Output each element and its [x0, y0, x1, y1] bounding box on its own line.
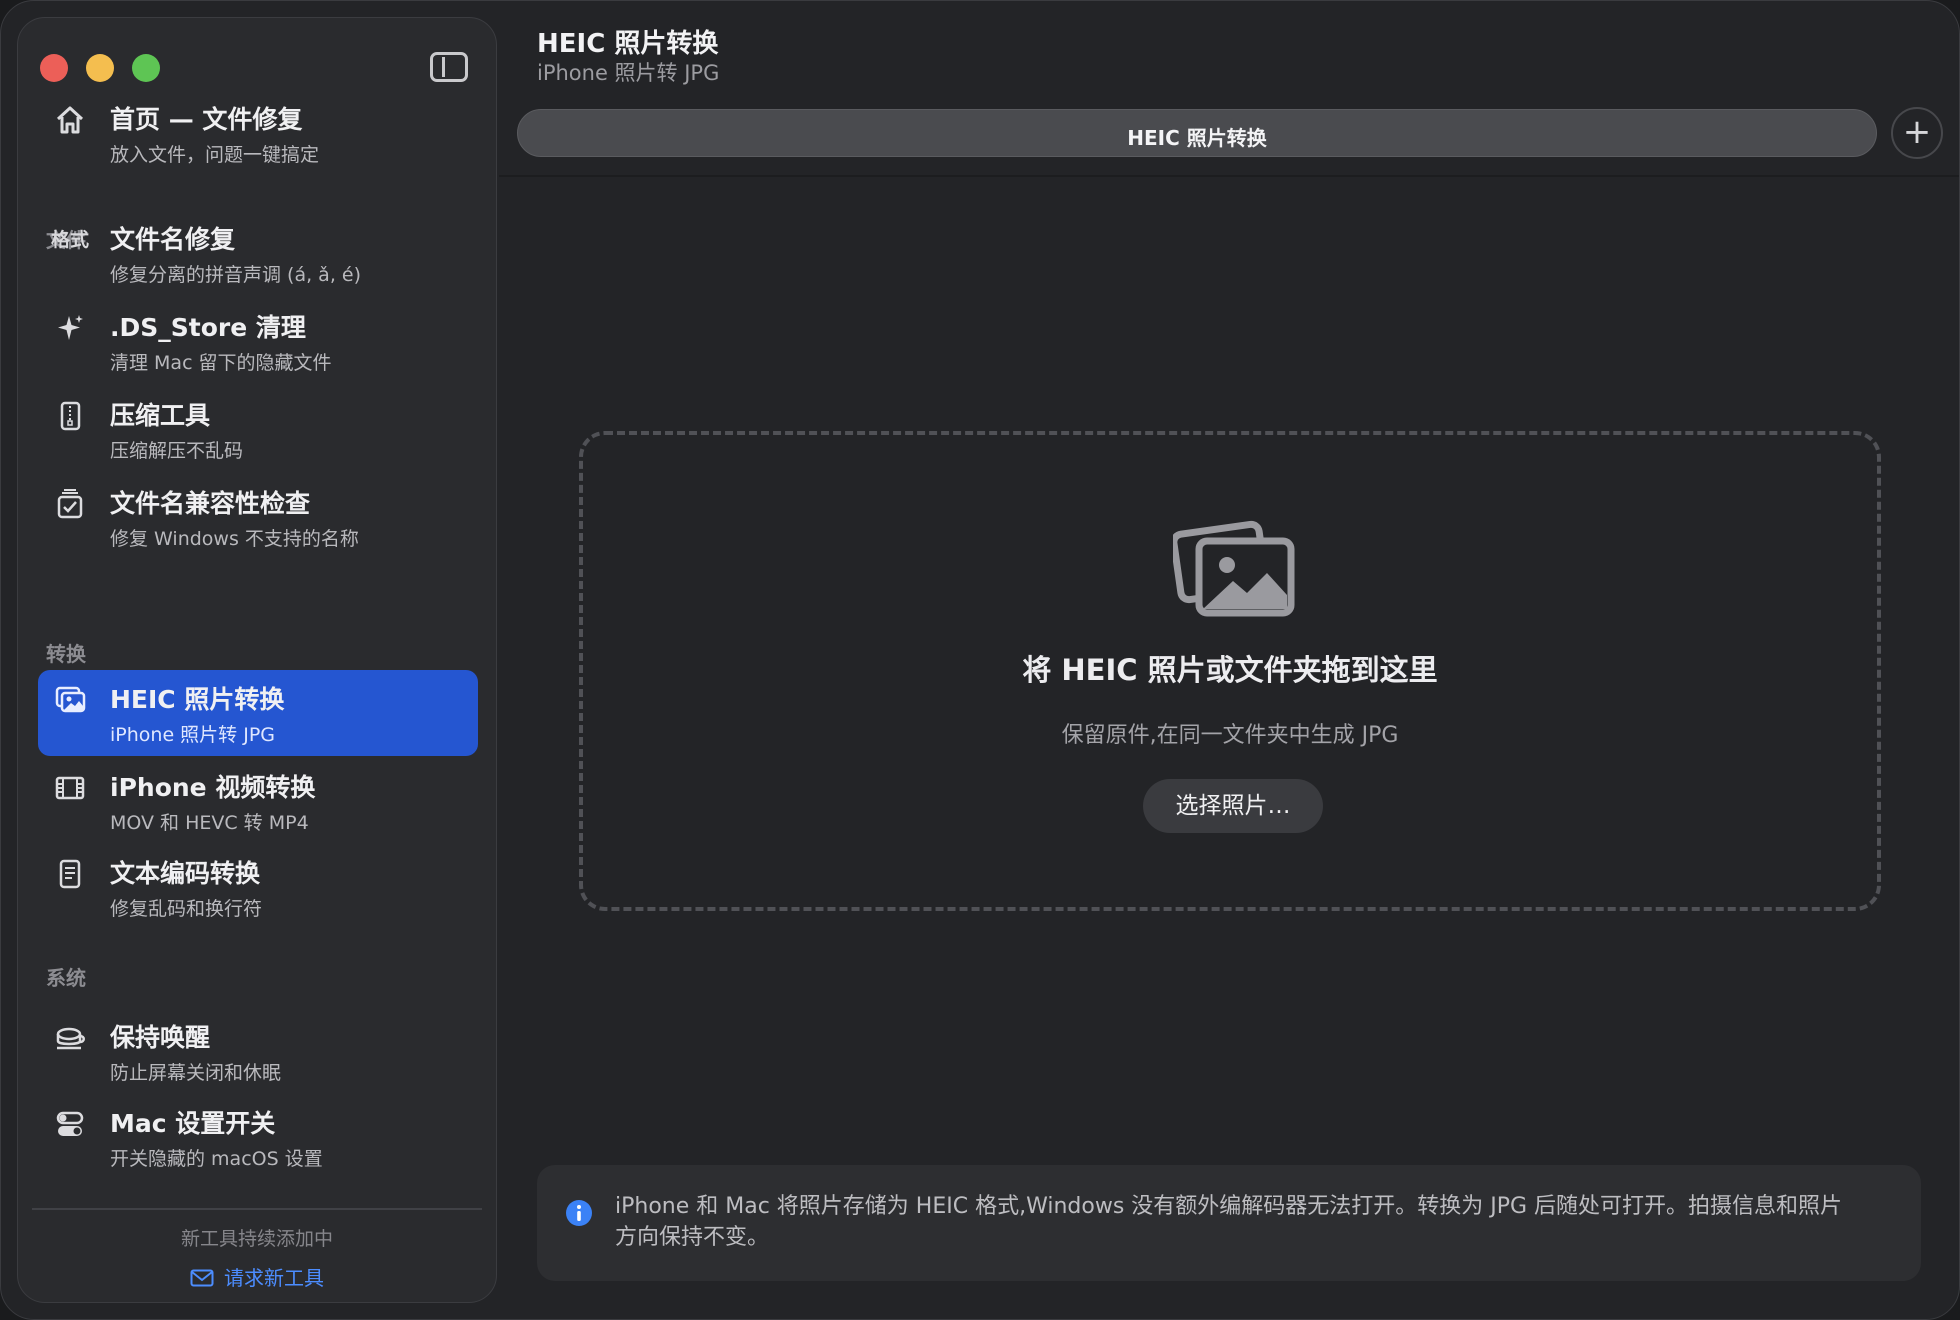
sidebar-toggle-icon[interactable]: [430, 52, 468, 82]
house-icon: [52, 102, 88, 138]
tab-heic-convert[interactable]: HEIC 照片转换: [517, 109, 1877, 157]
zip-file-icon: [52, 398, 88, 434]
page-title: HEIC 照片转换: [537, 29, 719, 59]
tab-label: HEIC 照片转换: [1127, 126, 1267, 150]
sidebar-item-title: 首页 — 文件修复: [110, 105, 303, 134]
header-divider: [499, 175, 1959, 177]
info-icon: [566, 1200, 592, 1226]
sidebar-item-subtitle: 清理 Mac 留下的隐藏文件: [110, 352, 332, 374]
sidebar-item-heic-convert[interactable]: HEIC 照片转换 iPhone 照片转 JPG: [38, 670, 478, 756]
sidebar-item-subtitle: 修复分离的拼音声调 (á, ǎ, é): [110, 264, 361, 286]
sidebar-item-filename-fix[interactable]: 格式 文件名修复 修复分离的拼音声调 (á, ǎ, é): [38, 210, 478, 296]
sidebar-item-home[interactable]: 首页 — 文件修复 放入文件，问题一键搞定: [38, 90, 478, 176]
sidebar-item-keep-awake[interactable]: 保持唤醒 防止屏幕关闭和休眠: [38, 1008, 478, 1094]
minimize-window-button[interactable]: [86, 54, 114, 82]
film-icon: [52, 770, 88, 806]
sidebar-item-video-convert[interactable]: iPhone 视频转换 MOV 和 HEVC 转 MP4: [38, 758, 478, 844]
sidebar-item-compression[interactable]: 压缩工具 压缩解压不乱码: [38, 386, 478, 472]
sidebar-item-text-encoding[interactable]: 文本编码转换 修复乱码和换行符: [38, 844, 478, 930]
sidebar-item-subtitle: iPhone 照片转 JPG: [110, 724, 275, 746]
checklist-icon: [52, 486, 88, 522]
coffee-cup-icon: [52, 1020, 88, 1056]
drop-zone-title: 将 HEIC 照片或文件夹拖到这里: [1022, 653, 1438, 687]
sidebar-item-subtitle: MOV 和 HEVC 转 MP4: [110, 812, 309, 834]
sidebar-item-ds-store-cleanup[interactable]: .DS_Store 清理 清理 Mac 留下的隐藏文件: [38, 298, 478, 384]
choose-photos-button[interactable]: 选择照片…: [1143, 779, 1323, 833]
sidebar-divider: [32, 1208, 482, 1210]
sidebar-item-title: 压缩工具: [110, 401, 211, 430]
sparkle-icon: [52, 310, 88, 346]
sidebar-item-title: 保持唤醒: [110, 1023, 211, 1052]
sidebar-item-subtitle: 修复 Windows 不支持的名称: [110, 528, 359, 550]
info-banner: iPhone 和 Mac 将照片存储为 HEIC 格式,Windows 没有额外…: [537, 1165, 1921, 1281]
envelope-icon: [190, 1269, 214, 1287]
sidebar-item-title: 文件名修复: [110, 225, 236, 254]
toggles-icon: [52, 1106, 88, 1142]
format-text-icon: 格式: [50, 229, 89, 251]
page-subtitle: iPhone 照片转 JPG: [537, 61, 720, 85]
sidebar-item-subtitle: 开关隐藏的 macOS 设置: [110, 1148, 323, 1170]
close-window-button[interactable]: [40, 54, 68, 82]
sidebar-item-title: HEIC 照片转换: [110, 685, 285, 714]
sidebar-item-subtitle: 放入文件，问题一键搞定: [110, 144, 320, 166]
sidebar-item-subtitle: 压缩解压不乱码: [110, 440, 244, 462]
sidebar-item-title: .DS_Store 清理: [110, 313, 306, 342]
zoom-window-button[interactable]: [132, 54, 160, 82]
document-icon: [52, 856, 88, 892]
sidebar: 首页 — 文件修复 放入文件，问题一键搞定 文件 格式 文件名修复 修复分离的拼…: [17, 17, 497, 1303]
sidebar-item-title: 文本编码转换: [110, 859, 261, 888]
sidebar-item-subtitle: 防止屏幕关闭和休眠: [110, 1062, 282, 1084]
section-label-system: 系统: [46, 966, 86, 990]
plus-icon: +: [1902, 112, 1932, 152]
sidebar-item-mac-settings[interactable]: Mac 设置开关 开关隐藏的 macOS 设置: [38, 1094, 478, 1180]
info-text: iPhone 和 Mac 将照片存储为 HEIC 格式,Windows 没有额外…: [615, 1194, 1843, 1250]
add-tab-button[interactable]: +: [1891, 107, 1943, 159]
photos-icon: [1173, 520, 1295, 617]
drop-zone[interactable]: 将 HEIC 照片或文件夹拖到这里 保留原件,在同一文件夹中生成 JPG 选择照…: [579, 431, 1881, 911]
sidebar-item-filename-compat[interactable]: 文件名兼容性检查 修复 Windows 不支持的名称: [38, 474, 478, 560]
request-tool-label: 请求新工具: [224, 1266, 324, 1290]
drop-zone-subtitle: 保留原件,在同一文件夹中生成 JPG: [1061, 723, 1399, 748]
request-tool-link[interactable]: 请求新工具: [18, 1262, 496, 1291]
footer-note: 新工具持续添加中: [180, 1228, 333, 1250]
sidebar-item-title: Mac 设置开关: [110, 1109, 276, 1138]
sidebar-item-title: 文件名兼容性检查: [110, 489, 311, 518]
section-label-convert: 转换: [46, 642, 86, 666]
photos-icon: [52, 682, 88, 718]
sidebar-item-title: iPhone 视频转换: [110, 773, 316, 802]
sidebar-item-subtitle: 修复乱码和换行符: [110, 898, 263, 920]
app-window: 首页 — 文件修复 放入文件，问题一键搞定 文件 格式 文件名修复 修复分离的拼…: [0, 0, 1960, 1320]
